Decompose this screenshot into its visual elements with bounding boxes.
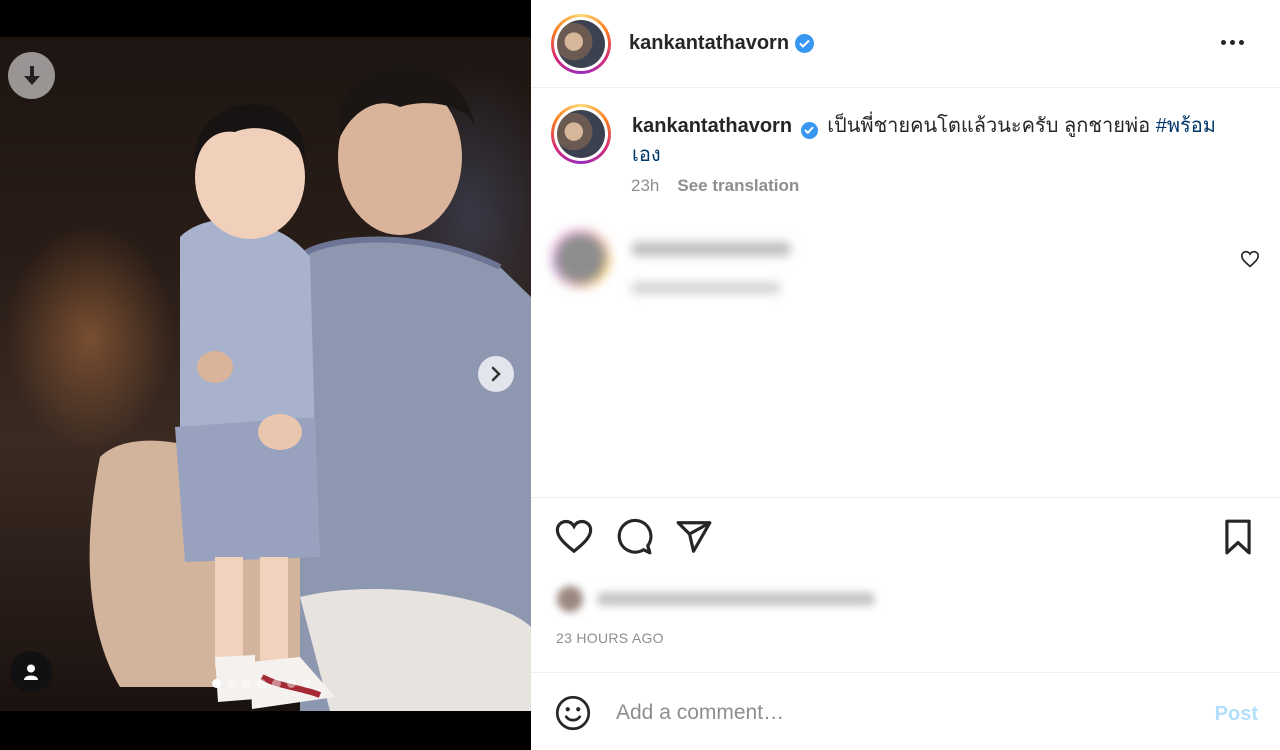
post-header: kankantathavorn [531, 0, 1280, 88]
share-icon[interactable] [675, 518, 713, 556]
author-avatar[interactable] [551, 13, 611, 74]
more-options-button[interactable] [1214, 30, 1250, 54]
heart-icon[interactable] [555, 518, 593, 556]
author-username[interactable]: kankantathavorn [629, 32, 815, 55]
carousel-dot [227, 679, 236, 688]
caption-body: เป็นพี่ชายคนโตแล้วนะครับ ลูกชายพ่อ [827, 115, 1151, 137]
carousel-dot [272, 679, 281, 688]
post-panel: kankantathavorn kankantathavorn เป็นพี่ช… [531, 0, 1280, 750]
avatar-image [557, 110, 605, 158]
post-media [0, 0, 531, 750]
avatar-image [557, 19, 605, 68]
carousel-indicators [212, 679, 311, 688]
verified-icon [800, 121, 818, 139]
comment-icon[interactable] [615, 518, 653, 556]
carousel-dot [257, 679, 266, 688]
carousel-dot [287, 679, 296, 688]
user-tag-icon [24, 664, 38, 680]
caption-time: 23h [631, 176, 660, 195]
blurred-comment [551, 228, 1251, 308]
carousel-next-button[interactable] [478, 356, 514, 392]
download-button[interactable] [8, 52, 55, 99]
comment-composer: Post [531, 673, 1280, 750]
caption-username[interactable]: kankantathavorn [632, 115, 792, 137]
comment-meta-redacted [631, 282, 781, 294]
carousel-dot [242, 679, 251, 688]
photo-illustration [89, 64, 531, 711]
see-translation-button[interactable]: See translation [677, 176, 799, 196]
caption-meta: 23h See translation [631, 176, 799, 196]
comment-input[interactable] [616, 697, 1176, 729]
post-caption: kankantathavorn เป็นพี่ชายคนโตแล้วนะครับ… [551, 104, 1251, 170]
divider [531, 497, 1280, 498]
chevron-right-icon [491, 366, 501, 382]
post-timestamp: 23 HOURS AGO [556, 630, 664, 646]
download-icon [23, 65, 40, 85]
more-icon [1220, 39, 1226, 45]
liked-by-redacted [557, 586, 877, 612]
emoji-icon[interactable] [555, 695, 591, 731]
post-photo[interactable] [0, 37, 531, 711]
carousel-dot [212, 679, 221, 688]
comment-like-heart-icon[interactable] [1240, 250, 1260, 268]
verified-icon [795, 34, 815, 53]
caption-author-avatar[interactable] [551, 104, 611, 164]
post-actions [555, 518, 1255, 558]
caption-text: kankantathavorn เป็นพี่ชายคนโตแล้วนะครับ… [632, 112, 1232, 170]
author-username-text[interactable]: kankantathavorn [629, 32, 789, 55]
carousel-dot [302, 679, 311, 688]
comment-text-redacted [631, 242, 791, 256]
user-tags-button[interactable] [10, 651, 52, 693]
bookmark-icon[interactable] [1219, 518, 1257, 556]
post-comment-button[interactable]: Post [1215, 703, 1258, 726]
